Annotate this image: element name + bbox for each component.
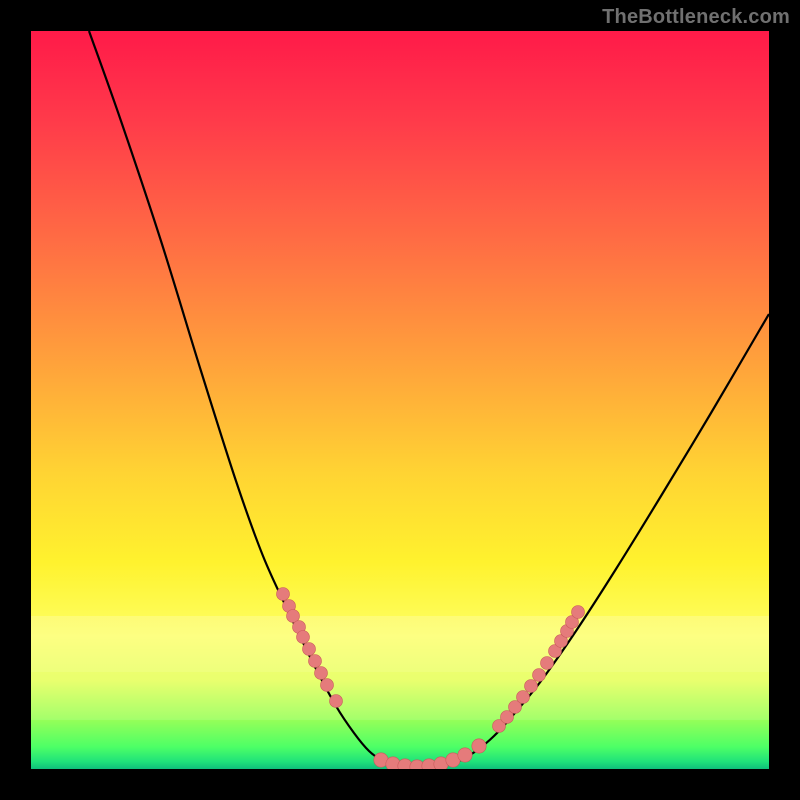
plot-area <box>31 31 769 769</box>
watermark-text: TheBottleneck.com <box>602 6 790 29</box>
chart-frame: TheBottleneck.com <box>0 0 800 800</box>
